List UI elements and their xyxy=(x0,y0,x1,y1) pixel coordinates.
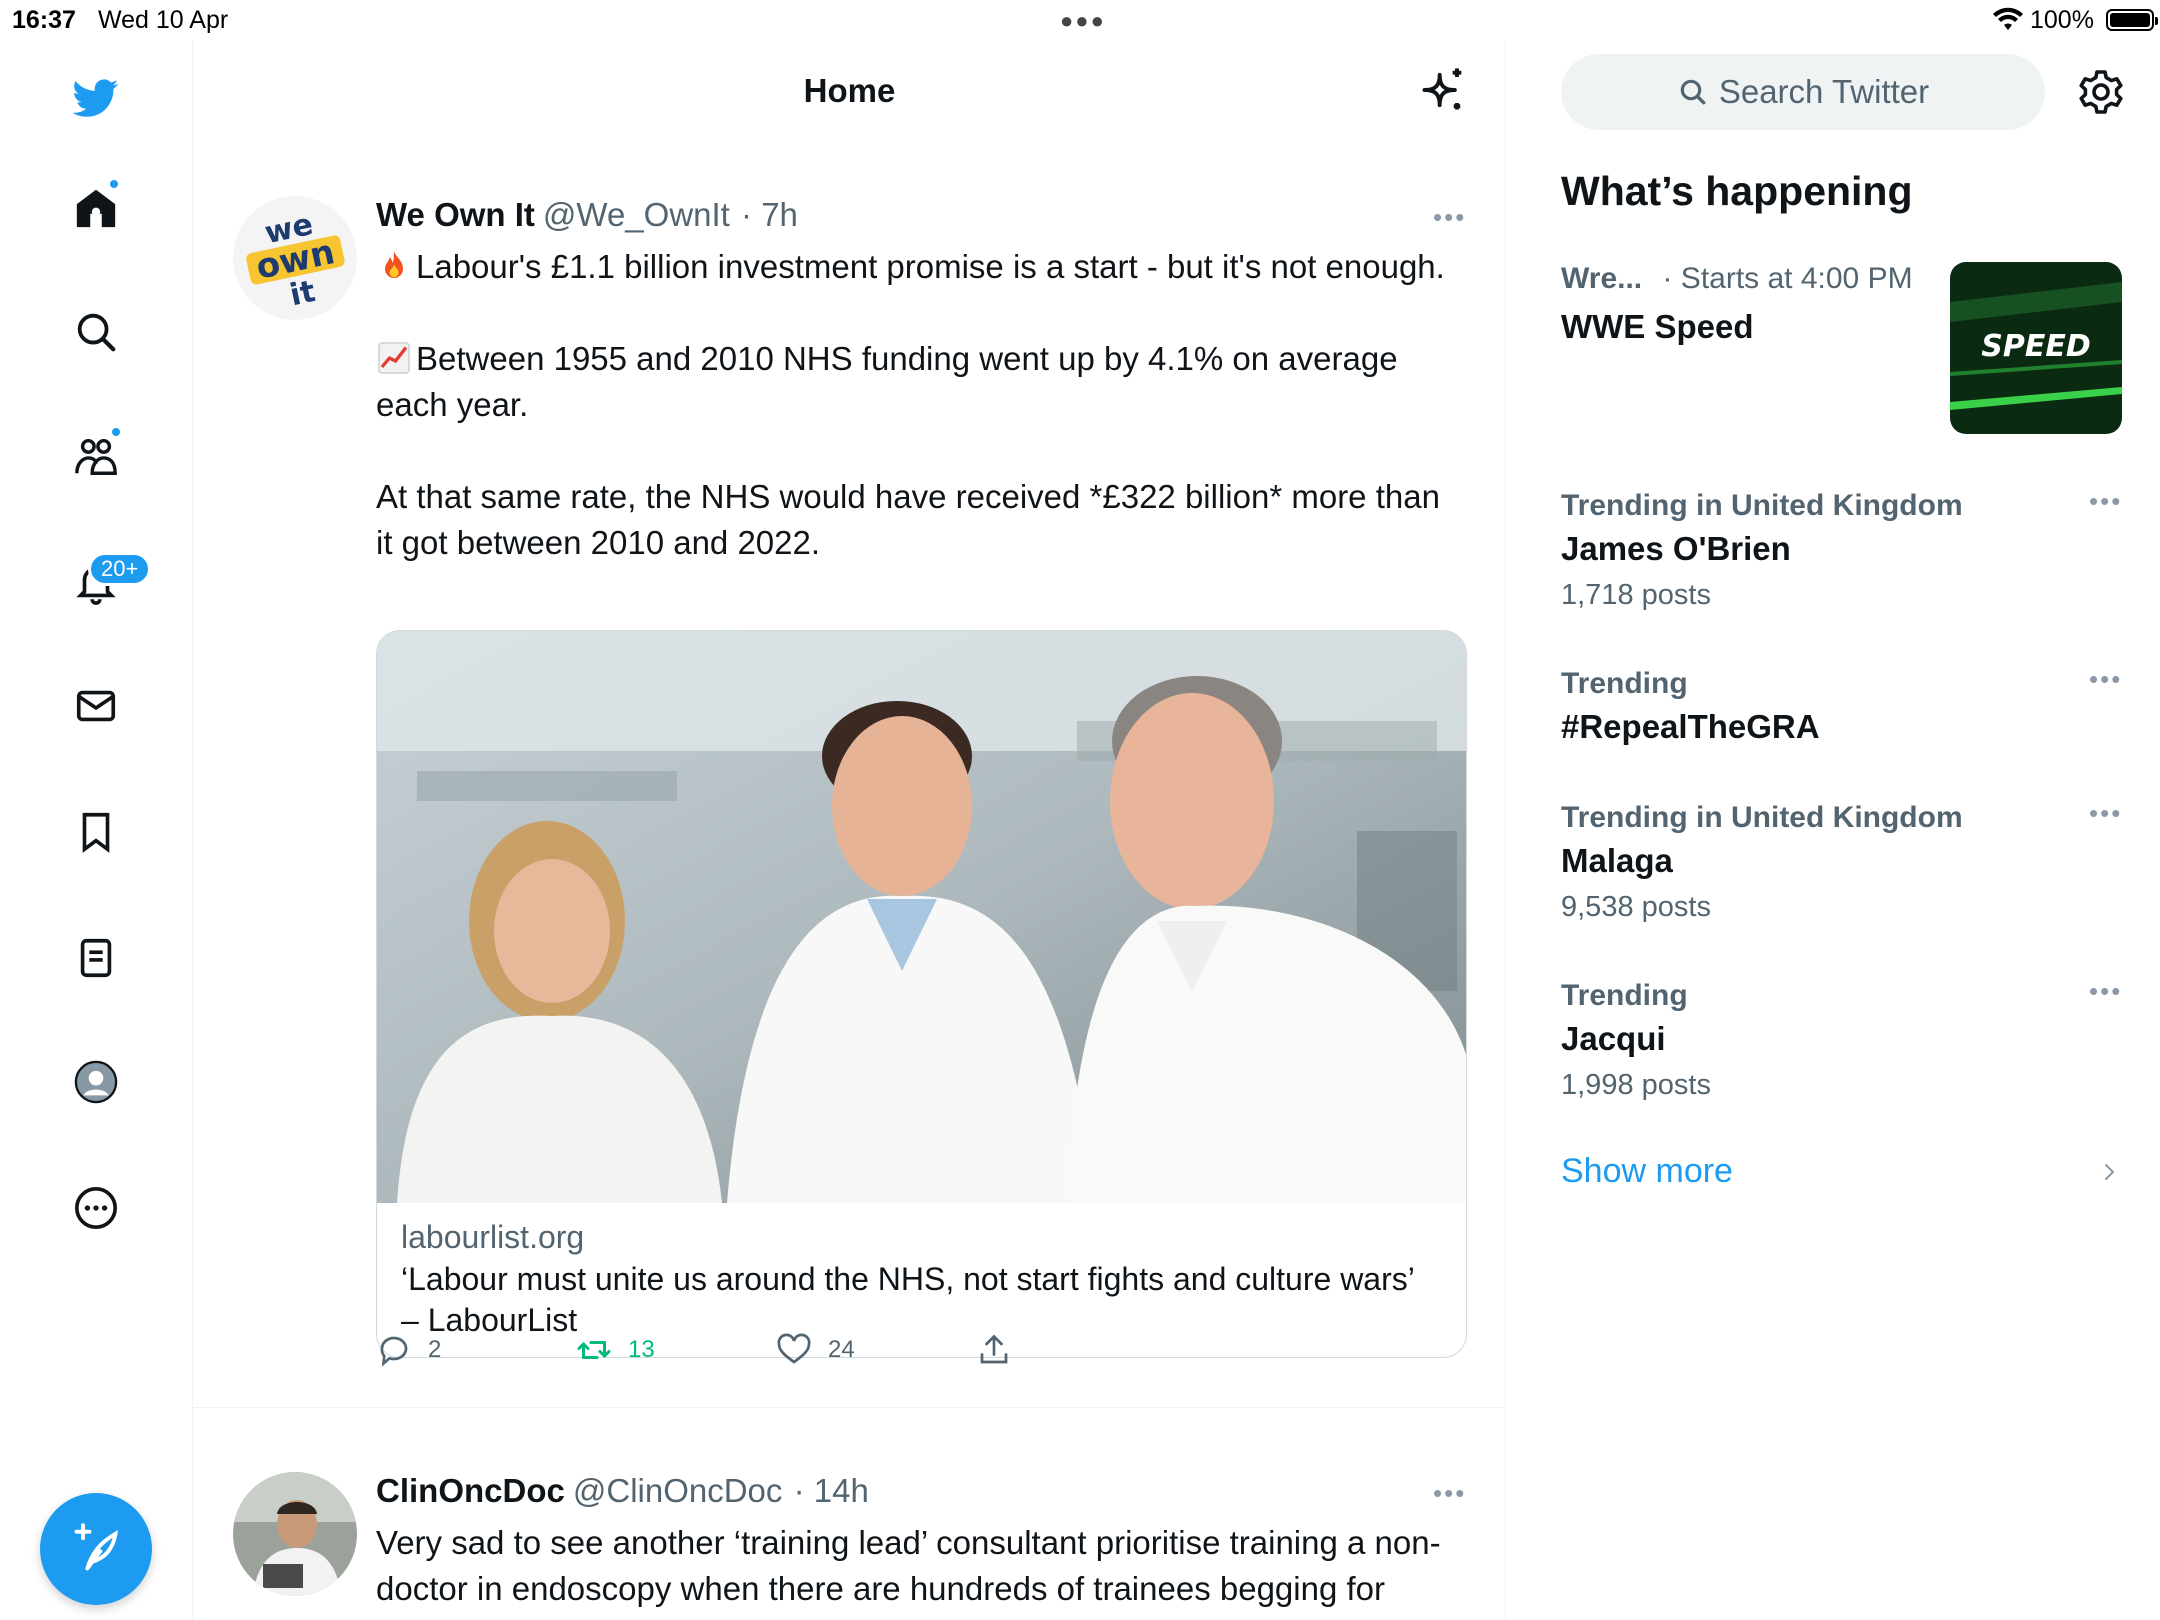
event-start-time: · Starts at 4:00 PM xyxy=(1662,262,1913,295)
avatar[interactable] xyxy=(233,1472,357,1596)
home-icon[interactable] xyxy=(66,178,126,238)
trend-context: Trending in United Kingdom xyxy=(1561,489,1963,522)
trend-name: Jacqui xyxy=(1561,1020,1666,1057)
author-handle[interactable]: @We_OwnIt xyxy=(543,196,730,233)
reply-button[interactable]: 2 xyxy=(376,1332,441,1368)
tweet-more-icon[interactable]: ••• xyxy=(1433,1478,1466,1509)
tweet-paragraph: Labour's £1.1 billion investment promise… xyxy=(416,248,1445,285)
link-card[interactable]: labourlist.org ‘Labour must unite us aro… xyxy=(376,630,1467,1358)
tweet-time[interactable]: · 14h xyxy=(794,1472,869,1509)
communities-icon[interactable] xyxy=(66,426,126,486)
retweet-button[interactable]: 13 xyxy=(576,1332,655,1368)
tweet-header: We Own It @We_OwnIt · 7h xyxy=(376,196,798,234)
avatar[interactable]: we own it xyxy=(233,196,357,320)
share-icon xyxy=(980,1334,1008,1364)
trend-more-icon[interactable]: ••• xyxy=(2089,486,2122,517)
battery-percent: 100% xyxy=(2030,6,2094,34)
reply-icon xyxy=(380,1336,408,1367)
search-icon[interactable] xyxy=(66,302,126,362)
tweet-text: Labour's £1.1 billion investment promise… xyxy=(376,244,1446,566)
wifi-icon xyxy=(1993,7,2023,30)
event-thumb-text: SPEED xyxy=(1981,329,2090,364)
compose-tweet-button[interactable] xyxy=(40,1493,152,1605)
right-sidebar: Search Twitter What’s happening Wre... ·… xyxy=(1507,40,2160,1620)
card-photo xyxy=(377,631,1466,1203)
tweet-actions: 2 13 24 xyxy=(376,1332,1376,1382)
sparkle-icon[interactable] xyxy=(1418,64,1470,116)
trend-context: Trending in United Kingdom xyxy=(1561,801,1963,834)
search-placeholder: Search Twitter xyxy=(1718,73,1930,110)
tweet[interactable]: ClinOncDoc @ClinOncDoc · 14h ••• Very sad… xyxy=(193,1420,1506,1620)
left-navigation: 20+ xyxy=(0,40,193,1620)
author-name[interactable]: We Own It xyxy=(376,196,535,233)
event-name: WWE Speed xyxy=(1561,308,1754,345)
page-title: Home xyxy=(803,72,896,109)
multitasking-dots-icon[interactable]: ●●● xyxy=(1060,8,1106,34)
chart-increasing-emoji-icon xyxy=(378,342,410,374)
author-handle[interactable]: @ClinOncDoc xyxy=(573,1472,783,1509)
trend-more-icon[interactable]: ••• xyxy=(2089,664,2122,695)
trend-posts: 9,538 posts xyxy=(1561,891,1711,923)
retweet-count: 13 xyxy=(628,1336,655,1363)
event-category: Wre... xyxy=(1561,262,1643,295)
trend-item[interactable]: Trending in United Kingdom James O'Brien… xyxy=(1561,486,2121,618)
like-count: 24 xyxy=(828,1336,855,1363)
lists-icon[interactable] xyxy=(66,928,126,988)
communities-unread-dot xyxy=(110,426,122,438)
share-button[interactable] xyxy=(976,1332,1028,1368)
card-title: ‘Labour must unite us around the NHS, no… xyxy=(401,1261,1414,1338)
fire-emoji-icon xyxy=(385,251,403,278)
trend-name: #RepealTheGRA xyxy=(1561,708,1820,745)
notifications-badge: 20+ xyxy=(88,552,152,586)
trend-item[interactable]: Trending #RepealTheGRA ••• xyxy=(1561,664,2121,750)
tweet-time[interactable]: · 7h xyxy=(741,196,798,233)
trend-name: Malaga xyxy=(1561,842,1673,879)
search-input[interactable]: Search Twitter xyxy=(1561,54,2045,130)
event-item[interactable]: Wre... · Starts at 4:00 PM WWE Speed SPE… xyxy=(1561,262,2122,442)
compose-icon xyxy=(74,1523,119,1571)
timeline-header: Home xyxy=(193,40,1506,140)
trend-more-icon[interactable]: ••• xyxy=(2089,976,2122,1007)
battery-icon xyxy=(2106,9,2158,31)
tweet-paragraph: At that same rate, the NHS would have re… xyxy=(376,478,1440,561)
gear-icon[interactable] xyxy=(2077,68,2125,116)
status-time: 16:37 xyxy=(12,6,76,34)
messages-icon[interactable] xyxy=(66,676,126,736)
trend-context: Trending xyxy=(1561,667,1688,700)
tweet-header: ClinOncDoc @ClinOncDoc · 14h xyxy=(376,1472,869,1510)
trend-more-icon[interactable]: ••• xyxy=(2089,798,2122,829)
whats-happening-heading: What’s happening xyxy=(1561,168,1913,214)
author-name[interactable]: ClinOncDoc xyxy=(376,1472,565,1509)
heart-icon xyxy=(777,1333,811,1364)
show-more-link[interactable]: Show more xyxy=(1561,1152,1733,1191)
tweet-paragraph: Between 1955 and 2010 NHS funding went u… xyxy=(376,340,1398,423)
like-button[interactable]: 24 xyxy=(776,1332,855,1368)
status-bar: 16:37 Wed 10 Apr ●●● 100% xyxy=(0,0,2160,40)
event-meta: Wre... · Starts at 4:00 PM xyxy=(1561,262,1913,296)
chevron-right-icon[interactable] xyxy=(2097,1160,2121,1184)
retweet-icon xyxy=(577,1341,611,1359)
trend-item[interactable]: Trending in United Kingdom Malaga 9,538 … xyxy=(1561,798,2121,930)
home-unread-dot xyxy=(108,178,120,190)
card-domain: labourlist.org xyxy=(401,1219,585,1255)
search-icon xyxy=(1680,79,1706,105)
more-options-icon[interactable] xyxy=(66,1178,126,1238)
status-date: Wed 10 Apr xyxy=(98,6,229,34)
trend-posts: 1,718 posts xyxy=(1561,579,1711,611)
tweet-more-icon[interactable]: ••• xyxy=(1433,202,1466,233)
twitter-logo-icon[interactable] xyxy=(66,68,126,128)
home-timeline: Home we own it We Own It @We_OwnIt · 7h •… xyxy=(193,40,1506,1620)
trend-posts: 1,998 posts xyxy=(1561,1069,1711,1101)
profile-avatar-icon[interactable] xyxy=(66,1052,126,1112)
trend-name: James O'Brien xyxy=(1561,530,1791,567)
tweet[interactable]: we own it We Own It @We_OwnIt · 7h ••• La… xyxy=(193,150,1506,1408)
event-thumbnail: SPEED xyxy=(1950,262,2122,434)
bookmarks-icon[interactable] xyxy=(66,802,126,862)
trend-context: Trending xyxy=(1561,979,1688,1012)
tweet-text: Very sad to see another ‘training lead’ … xyxy=(376,1524,1441,1620)
trend-item[interactable]: Trending Jacqui 1,998 posts ••• xyxy=(1561,976,2121,1108)
reply-count: 2 xyxy=(428,1336,442,1363)
